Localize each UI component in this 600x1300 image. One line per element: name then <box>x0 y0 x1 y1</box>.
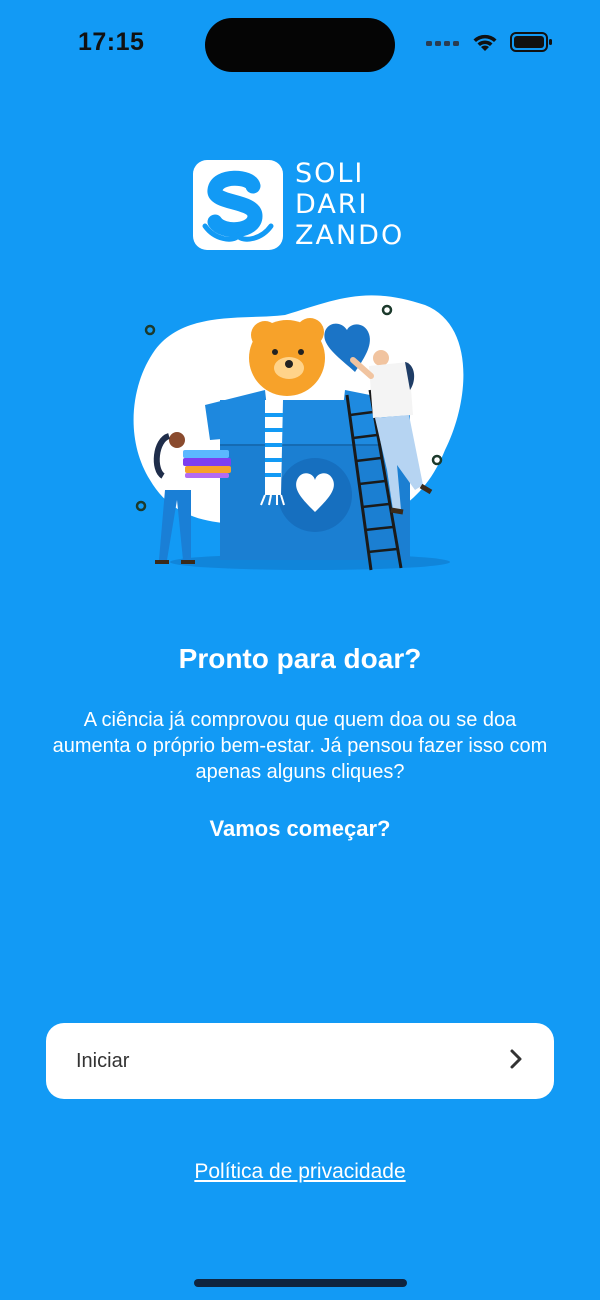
status-bar: 17:15 <box>0 0 600 90</box>
privacy-policy-link[interactable]: Política de privacidade <box>0 1160 600 1184</box>
chevron-right-icon <box>508 1048 524 1075</box>
logo-line-3: ZANDO <box>295 220 405 251</box>
wifi-icon <box>472 32 498 57</box>
start-button[interactable]: Iniciar <box>46 1023 554 1099</box>
logo-wordmark: SOLI DARI ZANDO <box>295 158 404 251</box>
signal-icon <box>426 35 460 53</box>
status-time: 17:15 <box>78 28 145 56</box>
description-text: A ciência já comprovou que quem doa ou s… <box>52 709 548 783</box>
donation-illustration <box>125 290 485 590</box>
app-logo: SOLI DARI ZANDO <box>193 158 413 253</box>
battery-icon <box>510 31 552 57</box>
home-indicator[interactable] <box>194 1279 407 1287</box>
status-icons <box>426 31 552 57</box>
page-title: Pronto para doar? <box>178 643 422 674</box>
logo-mark-icon <box>193 160 283 250</box>
logo-line-2: DARI <box>295 189 369 220</box>
dynamic-island <box>205 18 395 72</box>
start-button-label: Iniciar <box>76 1049 130 1072</box>
logo-line-1: SOLI <box>295 158 365 189</box>
cta-heading: Vamos começar? <box>209 816 391 841</box>
